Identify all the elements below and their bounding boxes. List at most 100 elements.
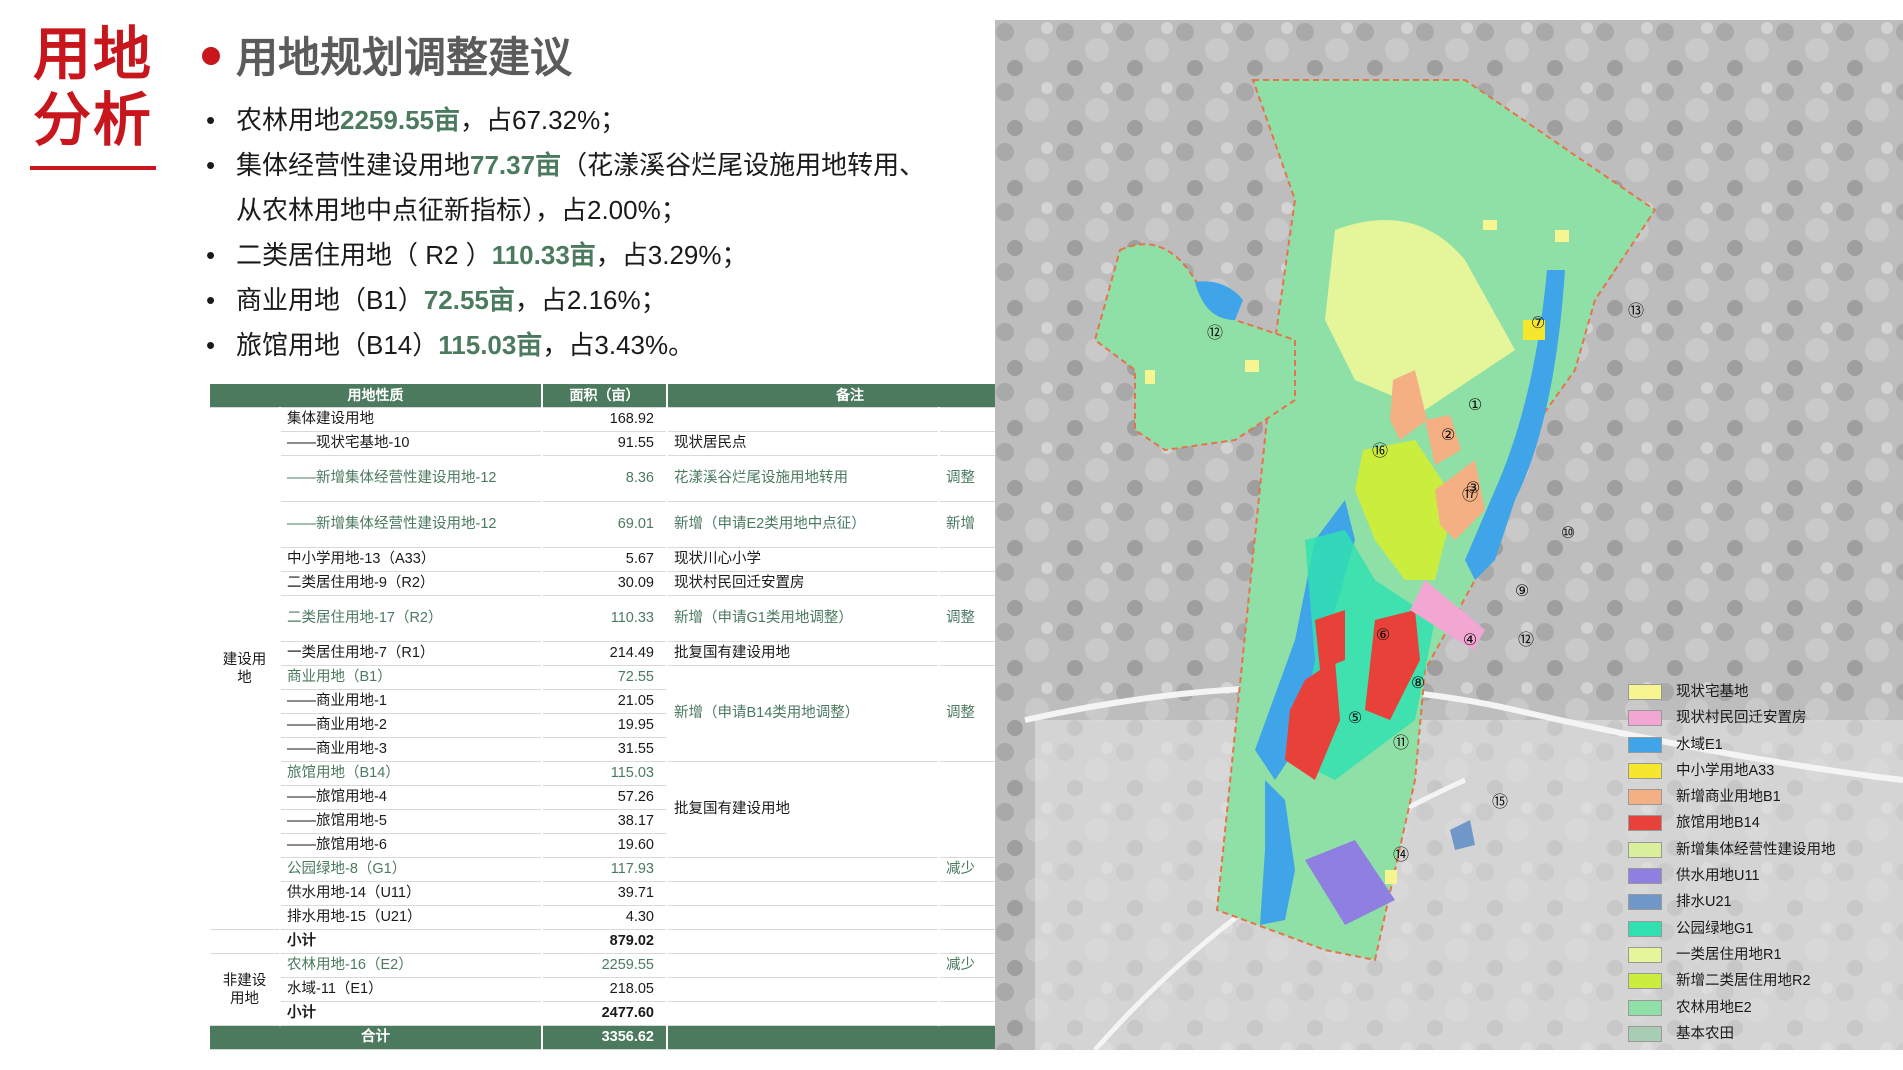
cell-area: 4.30: [542, 905, 668, 930]
cell-note: [667, 977, 940, 1002]
cell-note: [667, 905, 940, 930]
cell-area: 168.92: [542, 407, 668, 432]
table-row: 二类居住用地-17（R2） 110.33 新增（申请G1类用地调整） 调整: [210, 595, 1032, 642]
table-row: 排水用地-15（U21） 4.30: [210, 905, 1032, 930]
legend-label: 基本农田: [1676, 1025, 1734, 1042]
legend-swatch: [1628, 815, 1662, 832]
cell-area: 117.93: [542, 857, 668, 882]
table-row: 非建设 用地 农林用地-16（E2） 2259.55 减少: [210, 953, 1032, 1026]
legend-label: 排水U21: [1676, 894, 1732, 911]
table-row: 一类居住用地-7（R1） 214.49 批复国有建设用地: [210, 641, 1032, 666]
cell-note: [667, 953, 940, 978]
cell-area: 21.05: [542, 689, 668, 714]
legend-swatch: [1628, 841, 1662, 858]
section-title-line2: 分析: [32, 88, 153, 153]
table-row: 商业用地（B1） 72.55 新增（申请B14类用地调整） 调整: [210, 665, 1032, 762]
table-row: 二类居住用地-9（R2） 30.09 现状村民回迁安置房: [210, 571, 1032, 596]
legend-label: 新增集体经营性建设用地: [1676, 841, 1836, 858]
group-label: 非建设 用地: [222, 972, 267, 1007]
summary-item: • 农林用地2259.55亩，占67.32%；: [206, 105, 627, 135]
table-row: 建设用 地 集体建设用地 168.92: [210, 407, 1032, 930]
legend-swatch: [1628, 736, 1662, 753]
header-note: 备注: [667, 384, 1032, 408]
table-row: 中小学用地-13（A33） 5.67 现状川心小学: [210, 547, 1032, 572]
cell-note: 现状村民回迁安置房: [667, 571, 940, 596]
cell-name: ——商业用地-2: [280, 713, 543, 738]
map-label: ⑥: [1376, 625, 1390, 644]
map-label: ⑬: [1628, 301, 1644, 320]
cell-name: 旅馆用地（B14）: [280, 761, 543, 786]
cell-area: 19.95: [542, 713, 668, 738]
cell-note: 新增（申请E2类用地中点征）: [667, 501, 940, 548]
cell-note: [667, 857, 940, 882]
header-area: 面积（亩）: [542, 384, 668, 408]
subtotal-row: 小计 2477.60: [210, 1001, 1032, 1026]
map-label: ④: [1463, 630, 1477, 649]
section-title-line1: 用地: [32, 22, 153, 87]
total-label: 合计: [210, 1025, 543, 1050]
cell-area: 31.55: [542, 737, 668, 762]
cell-name: ——新增集体经营性建设用地-12: [280, 501, 543, 548]
page-heading: 用地规划调整建议: [202, 24, 572, 85]
summary-share: ，占3.29%；: [595, 240, 748, 270]
legend-label: 供水用地U11: [1676, 868, 1760, 885]
group-build-land: 建设用 地: [210, 407, 281, 930]
cell-name: ——旅馆用地-6: [280, 833, 543, 858]
map-label: ①: [1468, 395, 1482, 414]
cell-area: 57.26: [542, 785, 668, 810]
summary-text: 二类居住用地（ R2 ）: [236, 240, 492, 270]
legend-swatch: [1628, 973, 1662, 990]
cell-area: 2259.55: [542, 953, 668, 978]
bullet-dot-icon: [202, 46, 220, 65]
summary-value: 77.37亩: [470, 150, 562, 180]
map-svg: ① ② ③ ④ ⑤ ⑥ ⑦ ⑧ ⑨ ⑩ ⑪ ⑫ ⑫ ⑬ ⑭ ⑮ ⑯ ⑰: [995, 20, 1903, 1050]
cell-note: 花漾溪谷烂尾设施用地转用: [667, 455, 940, 502]
group-nonbuild-land: 非建设 用地: [210, 953, 281, 1026]
title-underline: [30, 166, 156, 170]
cell-area: 115.03: [542, 761, 668, 786]
cell-note: 批复国有建设用地: [667, 641, 940, 666]
legend-swatch: [1628, 710, 1662, 727]
legend-swatch: [1628, 789, 1662, 806]
map-label: ⑫: [1207, 323, 1223, 342]
summary-text: 集体经营性建设用地: [236, 150, 471, 180]
summary-value: 72.55亩: [423, 285, 515, 315]
cell-area: 2477.60: [542, 1001, 668, 1026]
table-row: 水域-11（E1） 218.05: [210, 977, 1032, 1002]
map-label: ⑦: [1531, 313, 1545, 332]
cell-name: 商业用地（B1）: [280, 665, 543, 690]
cell-note: 批复国有建设用地: [667, 761, 940, 858]
cell-area: 214.49: [542, 641, 668, 666]
map-label: ⑪: [1393, 733, 1409, 752]
legend-label: 农林用地E2: [1676, 999, 1752, 1016]
table-row: 旅馆用地（B14） 115.03 批复国有建设用地: [210, 761, 1032, 858]
cell-name: ——新增集体经营性建设用地-12: [280, 455, 543, 502]
cell-note: 现状居民点: [667, 431, 940, 456]
legend-swatch: [1628, 946, 1662, 963]
legend-label: 公园绿地G1: [1676, 920, 1754, 937]
cell-name: 小计: [280, 929, 543, 954]
cell-area: 38.17: [542, 809, 668, 834]
cell-name: 水域-11（E1）: [280, 977, 543, 1002]
cell-name: 公园绿地-8（G1）: [280, 857, 543, 882]
heading-text: 用地规划调整建议: [236, 34, 573, 81]
summary-text: 商业用地（B1）: [236, 285, 424, 315]
total-value: 3356.62: [542, 1025, 668, 1050]
cell-name: 小计: [280, 1001, 543, 1026]
cell-note: 现状川心小学: [667, 547, 940, 572]
map-label: ⑩: [1561, 523, 1575, 542]
legend-swatch: [1628, 684, 1662, 700]
cell-name: 中小学用地-13（A33）: [280, 547, 543, 572]
cell-area: 72.55: [542, 665, 668, 690]
map-label: ⑤: [1348, 708, 1362, 727]
cell-name: 二类居住用地-9（R2）: [280, 571, 543, 596]
legend-label: 现状村民回迁安置房: [1676, 710, 1807, 727]
header-land-type: 用地性质: [210, 384, 543, 408]
cell-name: ——现状宅基地-10: [280, 431, 543, 456]
summary-value: 110.33亩: [491, 240, 596, 270]
cell-area: 30.09: [542, 571, 668, 596]
legend-swatch: [1628, 1025, 1662, 1042]
table-row: ——新增集体经营性建设用地-12 8.36 花漾溪谷烂尾设施用地转用 调整: [210, 455, 1032, 502]
cell-note: [667, 407, 940, 432]
table-row: 公园绿地-8（G1） 117.93 减少: [210, 857, 1032, 882]
